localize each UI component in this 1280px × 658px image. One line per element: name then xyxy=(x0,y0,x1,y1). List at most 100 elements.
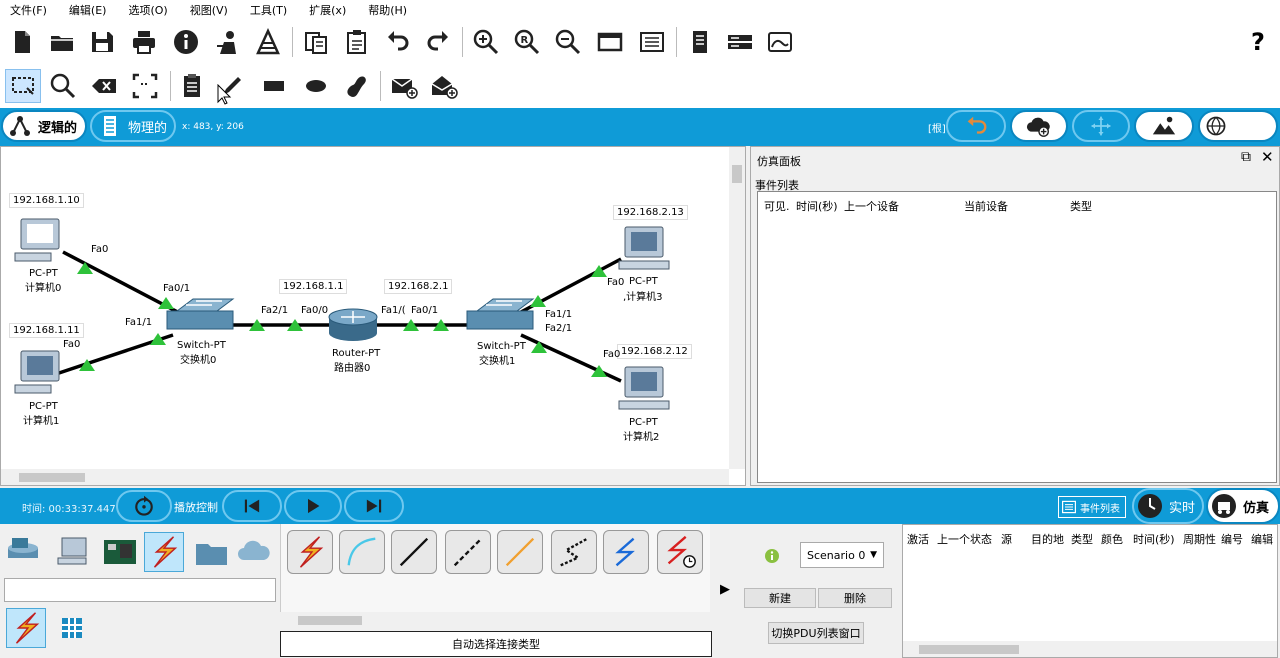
pdu-col-type: 类型 xyxy=(1071,533,1093,546)
pc0-port: Fa0 xyxy=(91,244,109,255)
simulation-mode-tab[interactable]: 仿真 xyxy=(1206,488,1280,524)
pc0-icon xyxy=(14,218,60,262)
misc-icon[interactable] xyxy=(192,534,232,570)
note-icon[interactable] xyxy=(176,70,208,102)
undo-icon[interactable] xyxy=(382,26,414,58)
cloud-add-icon xyxy=(1026,117,1050,137)
step-forward-icon xyxy=(366,499,382,513)
logical-workspace[interactable]: 192.168.1.10 Fa0 PC-PT 计算机0 Fa0/1 192.16… xyxy=(0,146,746,486)
col-type: 类型 xyxy=(1070,200,1092,213)
sw0-type: Switch-PT xyxy=(177,340,226,351)
step-back-icon xyxy=(244,499,260,513)
play-button[interactable] xyxy=(284,490,342,522)
vertical-scrollbar[interactable] xyxy=(729,147,745,469)
multiuser-icon[interactable] xyxy=(236,534,276,570)
switch1-icon xyxy=(466,298,535,330)
zoom-out-icon[interactable] xyxy=(552,26,584,58)
crossover-icon[interactable] xyxy=(445,530,491,574)
back-button[interactable] xyxy=(946,110,1006,142)
menu-view[interactable]: 视图(V) xyxy=(190,2,228,18)
realtime-mode-tab[interactable]: 实时 xyxy=(1132,488,1204,524)
inspect-icon[interactable] xyxy=(47,70,79,102)
pdu-col-last-status: 上一个状态 xyxy=(937,533,992,546)
menu-tools[interactable]: 工具(T) xyxy=(250,2,287,18)
activity-wizard-icon[interactable] xyxy=(212,26,244,58)
network-info-icon[interactable] xyxy=(252,26,284,58)
move-object-button[interactable] xyxy=(1072,110,1130,142)
viewport-button[interactable]: 08:57:30 xyxy=(1198,110,1278,142)
restore-icon[interactable]: ⧉ xyxy=(1241,149,1251,165)
coaxial-icon[interactable] xyxy=(603,530,649,574)
new-file-icon[interactable] xyxy=(6,26,38,58)
close-icon[interactable]: ✕ xyxy=(1261,148,1274,166)
switch0-icon xyxy=(166,298,235,330)
event-list-button[interactable]: 事件列表 xyxy=(1058,496,1126,518)
event-list-table[interactable]: 可见. 时间(秒) 上一个设备 当前设备 类型 xyxy=(757,191,1277,483)
router-port-fa00: Fa0/0 xyxy=(301,305,329,316)
serial-dce-icon[interactable] xyxy=(657,530,703,574)
open-folder-icon[interactable] xyxy=(46,26,78,58)
screenshot-icon[interactable] xyxy=(764,26,796,58)
network-devices-icon[interactable] xyxy=(4,534,44,570)
end-devices-icon[interactable] xyxy=(52,534,92,570)
pc3-name: ,计算机3 xyxy=(623,292,663,303)
scenario-panel: Scenario 0 ▼ 新建 删除 切换PDU列表窗口 xyxy=(740,524,898,658)
components-icon[interactable] xyxy=(100,534,140,570)
device-search-input[interactable] xyxy=(4,578,276,602)
delete-scenario-button[interactable]: 删除 xyxy=(818,588,892,608)
auto-connection-icon[interactable] xyxy=(287,530,333,574)
select-icon[interactable] xyxy=(5,69,41,103)
back-step-button[interactable] xyxy=(222,490,282,522)
redo-icon[interactable] xyxy=(422,26,454,58)
paste-icon[interactable] xyxy=(341,26,373,58)
print-icon[interactable] xyxy=(128,26,160,58)
fiber-icon[interactable] xyxy=(497,530,543,574)
grid-icon[interactable] xyxy=(60,616,84,640)
window-icon[interactable] xyxy=(594,26,626,58)
info-icon[interactable] xyxy=(170,26,202,58)
help-icon[interactable]: ? xyxy=(1242,26,1274,58)
server-icon[interactable] xyxy=(724,26,756,58)
menu-edit[interactable]: 编辑(E) xyxy=(69,2,107,18)
palette-icon[interactable] xyxy=(636,26,668,58)
scenario-select[interactable]: Scenario 0 ▼ xyxy=(800,542,884,568)
phone-cable-icon[interactable] xyxy=(551,530,597,574)
connections-icon[interactable] xyxy=(144,532,184,572)
physical-view-tab[interactable]: 物理的 xyxy=(90,110,176,142)
router-type: Router-PT xyxy=(332,348,381,359)
add-simple-pdu-icon[interactable] xyxy=(388,70,420,102)
copy-icon[interactable] xyxy=(300,26,332,58)
straight-through-icon[interactable] xyxy=(391,530,437,574)
delete-icon[interactable] xyxy=(88,70,120,102)
freeform-icon[interactable] xyxy=(341,70,373,102)
logical-view-tab[interactable]: 逻辑的 xyxy=(1,110,87,142)
console-cable-icon[interactable] xyxy=(339,530,385,574)
new-cluster-button[interactable] xyxy=(1010,110,1068,142)
pc1-name: 计算机1 xyxy=(23,416,60,427)
toggle-pdu-list-button[interactable]: 切换PDU列表窗口 xyxy=(768,622,864,644)
resize-icon[interactable] xyxy=(129,70,161,102)
menu-options[interactable]: 选项(O) xyxy=(128,2,167,18)
router0-icon xyxy=(328,308,378,341)
zoom-reset-icon[interactable]: R xyxy=(511,26,543,58)
set-background-button[interactable] xyxy=(1134,110,1194,142)
forward-step-button[interactable] xyxy=(344,490,404,522)
device-icon[interactable] xyxy=(684,26,716,58)
menu-extensions[interactable]: 扩展(x) xyxy=(309,2,346,18)
menu-file[interactable]: 文件(F) xyxy=(10,2,47,18)
pdu-scrollbar[interactable] xyxy=(903,641,1277,657)
add-complex-pdu-icon[interactable] xyxy=(428,70,460,102)
horizontal-scrollbar[interactable] xyxy=(1,469,729,485)
reset-sim-button[interactable] xyxy=(116,490,172,522)
new-scenario-button[interactable]: 新建 xyxy=(744,588,816,608)
rectangle-icon[interactable] xyxy=(258,70,290,102)
connections-subcategory-icon[interactable] xyxy=(6,608,46,648)
menu-help[interactable]: 帮助(H) xyxy=(368,2,407,18)
ellipse-icon[interactable] xyxy=(300,70,332,102)
save-icon[interactable] xyxy=(86,26,118,58)
connection-list-scrollbar[interactable] xyxy=(280,612,710,628)
physical-view-label: 物理的 xyxy=(128,120,168,136)
zoom-in-icon[interactable] xyxy=(470,26,502,58)
pdu-list-table[interactable]: 激活 上一个状态 源 目的地 类型 颜色 时间(秒) 周期性 编号 编辑 xyxy=(902,524,1278,658)
collapse-arrow-icon[interactable]: ▶ xyxy=(720,582,730,597)
